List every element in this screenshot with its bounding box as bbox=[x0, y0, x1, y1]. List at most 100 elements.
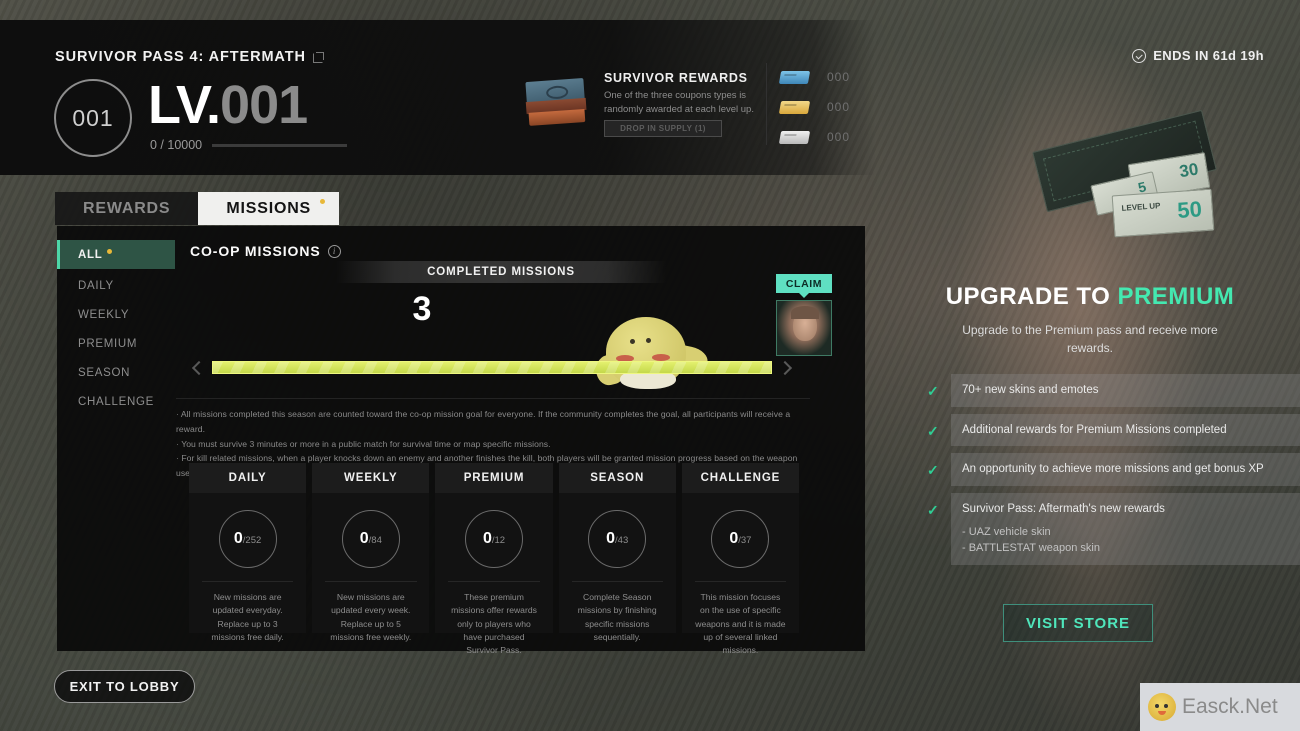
premium-title: UPGRADE TO PREMIUM bbox=[880, 283, 1300, 311]
benefit-item-3: ✓ An opportunity to achieve more mission… bbox=[927, 453, 1300, 487]
coupon-row-silver: 000 bbox=[778, 122, 851, 152]
sidebar-item-challenge[interactable]: CHALLENGE bbox=[57, 389, 175, 414]
benefit-item-4-sub: - UAZ vehicle skin - BATTLESTAT weapon s… bbox=[962, 525, 1100, 555]
xp-bar bbox=[212, 143, 348, 147]
xp-text: 0 / 10000 bbox=[150, 138, 203, 152]
check-icon: ✓ bbox=[927, 422, 939, 439]
completed-missions-label: COMPLETED MISSIONS bbox=[336, 261, 666, 283]
gold-ticket-icon bbox=[778, 100, 811, 114]
coupon-row-blue: 000 bbox=[778, 62, 850, 92]
chevron-left-icon[interactable] bbox=[192, 360, 204, 374]
benefit-item-4-text: Survivor Pass: Aftermath's new rewards bbox=[962, 503, 1165, 516]
sidebar-item-weekly-label: WEEKLY bbox=[78, 308, 130, 321]
card-daily-title: DAILY bbox=[189, 463, 307, 493]
card-daily-description: New missions are updated everyday. Repla… bbox=[211, 592, 284, 642]
chevron-right-icon[interactable] bbox=[780, 360, 792, 374]
card-weekly[interactable]: WEEKLY 0 /84 New missions are updated ev… bbox=[312, 463, 430, 642]
card-weekly-description: New missions are updated every week. Rep… bbox=[330, 592, 412, 642]
benefit-item-2: ✓ Additional rewards for Premium Mission… bbox=[927, 413, 1300, 447]
drop-in-supply-button[interactable]: DROP IN SUPPLY (1) bbox=[604, 120, 722, 137]
card-premium-description: These premium missions offer rewards onl… bbox=[451, 592, 537, 656]
card-weekly-progress: 0 /84 bbox=[341, 510, 400, 568]
card-premium[interactable]: PREMIUM 0 /12 These premium missions off… bbox=[435, 463, 553, 655]
sidebar-item-season[interactable]: SEASON bbox=[57, 360, 175, 385]
tab-rewards[interactable]: REWARDS bbox=[55, 192, 199, 225]
card-challenge-title: CHALLENGE bbox=[681, 463, 800, 493]
level-up-label: LEVEL UP bbox=[1121, 201, 1161, 213]
watermark-text: Easck.Net bbox=[1182, 695, 1278, 718]
sidebar-item-premium[interactable]: PREMIUM bbox=[57, 331, 175, 356]
tab-missions[interactable]: MISSIONS bbox=[198, 192, 340, 225]
mission-note-1: All missions completed this season are c… bbox=[176, 407, 810, 437]
level-number: 001 bbox=[220, 75, 308, 135]
sidebar-item-all[interactable]: ALL bbox=[57, 240, 175, 269]
card-season-progress: 0 /43 bbox=[588, 510, 647, 568]
divider bbox=[766, 63, 767, 145]
card-season-current: 0 bbox=[606, 530, 616, 547]
card-premium-current: 0 bbox=[482, 530, 492, 547]
season-timer-text: ENDS IN 61d 19h bbox=[1153, 48, 1264, 63]
benefit-item-2-text: Additional rewards for Premium Missions … bbox=[951, 413, 1300, 447]
card-season[interactable]: SEASON 0 /43 Complete Season missions by… bbox=[558, 463, 676, 642]
level-badge-text: 001 bbox=[72, 104, 114, 131]
survivor-rewards-title: SURVIVOR REWARDS bbox=[604, 71, 748, 85]
level-badge: 001 bbox=[54, 79, 132, 157]
card-season-total: /43 bbox=[615, 535, 629, 546]
survivor-rewards-block: SURVIVOR REWARDS One of the three coupon… bbox=[505, 58, 875, 153]
premium-title-green: PREMIUM bbox=[1117, 283, 1235, 310]
sidebar-item-weekly[interactable]: WEEKLY bbox=[57, 302, 175, 327]
card-challenge-progress: 0 /37 bbox=[711, 510, 770, 568]
card-weekly-current: 0 bbox=[359, 530, 369, 547]
chicken-mascot-icon bbox=[592, 311, 710, 389]
sidebar-item-challenge-label: CHALLENGE bbox=[78, 395, 154, 408]
coupon-note-30-value: 30 bbox=[1178, 159, 1200, 182]
card-premium-total: /12 bbox=[491, 535, 506, 546]
sidebar-item-daily[interactable]: DAILY bbox=[57, 273, 175, 298]
check-icon: ✓ bbox=[927, 383, 939, 399]
pass-title: SURVIVOR PASS 4: AFTERMATH bbox=[55, 49, 324, 65]
missions-sidebar: ALL DAILY WEEKLY PREMIUM SEASON CHALLENG… bbox=[57, 240, 175, 418]
claim-button[interactable]: CLAIM bbox=[776, 274, 832, 298]
benefit-item-1: ✓ 70+ new skins and emotes bbox=[927, 374, 1300, 407]
exit-to-lobby-button[interactable]: EXIT TO LOBBY bbox=[54, 670, 195, 703]
site-watermark: Easck.Net bbox=[1140, 683, 1300, 731]
card-challenge[interactable]: CHALLENGE 0 /37 This mission focuses on … bbox=[681, 463, 800, 655]
premium-benefits-list: ✓ 70+ new skins and emotes ✓ Additional … bbox=[880, 374, 1300, 565]
clock-check-icon bbox=[1132, 48, 1147, 63]
card-daily[interactable]: DAILY 0 /252 New missions are updated ev… bbox=[189, 463, 307, 642]
mission-note-2: You must survive 3 minutes or more in a … bbox=[176, 437, 810, 452]
survivor-rewards-description: One of the three coupons types is random… bbox=[604, 90, 754, 115]
level-prefix: LV. bbox=[148, 75, 221, 135]
gold-ticket-count: 000 bbox=[827, 100, 851, 114]
benefit-item-3-text: An opportunity to achieve more missions … bbox=[951, 453, 1300, 487]
premium-subtitle: Upgrade to the Premium pass and receive … bbox=[962, 323, 1218, 355]
card-weekly-title: WEEKLY bbox=[312, 463, 430, 493]
coupon-note-50-value: 50 bbox=[1176, 196, 1203, 223]
card-daily-progress: 0 /252 bbox=[218, 510, 277, 568]
pass-title-text: SURVIVOR PASS 4: AFTERMATH bbox=[55, 49, 306, 65]
card-season-title: SEASON bbox=[558, 463, 676, 493]
level-up-coupons-art: 30 5 LEVEL UP 50 bbox=[1032, 109, 1225, 240]
silver-ticket-count: 000 bbox=[827, 130, 851, 144]
coop-progress-bar-row bbox=[192, 360, 792, 374]
card-weekly-total: /84 bbox=[368, 535, 382, 546]
card-daily-current: 0 bbox=[233, 530, 243, 547]
reward-character-portrait[interactable] bbox=[776, 300, 832, 356]
tab-missions-label: MISSIONS bbox=[226, 199, 312, 217]
tab-rewards-label: REWARDS bbox=[83, 199, 171, 217]
sidebar-item-premium-label: PREMIUM bbox=[78, 337, 138, 350]
sidebar-item-season-label: SEASON bbox=[78, 366, 131, 379]
check-icon: ✓ bbox=[927, 462, 939, 479]
supply-crate-icon bbox=[523, 78, 588, 130]
visit-store-button[interactable]: VISIT STORE bbox=[1003, 604, 1153, 642]
benefit-item-4: Survivor Pass: Aftermath's new rewards -… bbox=[951, 493, 1300, 565]
main-tabs: REWARDS MISSIONS bbox=[55, 192, 340, 225]
card-challenge-description: This mission focuses on the use of speci… bbox=[695, 592, 786, 656]
coupon-row-gold: 000 bbox=[778, 92, 851, 122]
card-season-description: Complete Season missions by finishing sp… bbox=[577, 592, 657, 642]
level-display: LV.001 bbox=[148, 75, 308, 135]
coop-progress-bar bbox=[212, 360, 772, 374]
card-premium-progress: 0 /12 bbox=[465, 510, 523, 568]
silver-ticket-icon bbox=[778, 130, 811, 144]
external-link-icon[interactable] bbox=[312, 51, 324, 63]
